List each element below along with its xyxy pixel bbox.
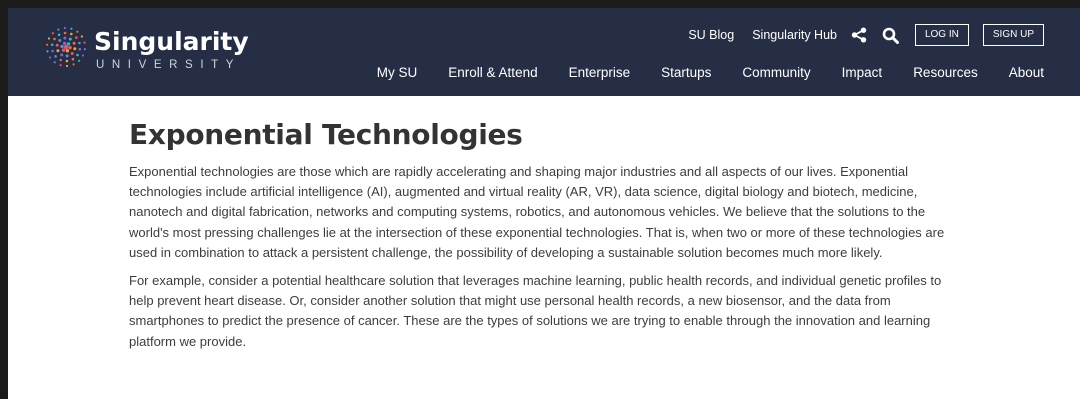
nav-item-about[interactable]: About <box>1009 62 1044 84</box>
main-content: Exponential Technologies Exponential tec… <box>129 118 959 360</box>
search-icon[interactable] <box>881 24 901 46</box>
example-paragraph: For example, consider a potential health… <box>129 273 942 349</box>
nav-item-community[interactable]: Community <box>742 62 810 84</box>
main-navigation: My SU Enroll & Attend Enterprise Startup… <box>377 62 1044 84</box>
share-icon[interactable] <box>849 24 869 46</box>
intro-paragraph: Exponential technologies are those which… <box>129 164 945 260</box>
nav-item-my-su[interactable]: My SU <box>377 62 418 84</box>
nav-item-impact[interactable]: Impact <box>842 62 883 84</box>
utility-bar: SU Blog Singularity Hub LOG IN SIGN UP <box>688 24 1044 46</box>
nav-item-enterprise[interactable]: Enterprise <box>569 62 631 84</box>
page-title: Exponential Technologies <box>129 118 523 151</box>
singularity-hub-link[interactable]: Singularity Hub <box>752 24 837 46</box>
site-header: Singularity UNIVERSITY SU Blog Singulari… <box>8 8 1080 96</box>
nav-item-startups[interactable]: Startups <box>661 62 711 84</box>
singularity-logo-icon <box>46 26 86 68</box>
signup-button[interactable]: SIGN UP <box>982 24 1044 46</box>
nav-item-enroll-attend[interactable]: Enroll & Attend <box>448 62 537 84</box>
login-button[interactable]: LOG IN <box>914 24 969 46</box>
nav-item-resources[interactable]: Resources <box>913 62 978 84</box>
su-blog-link[interactable]: SU Blog <box>688 24 734 46</box>
site-logo[interactable]: Singularity UNIVERSITY <box>44 22 249 82</box>
logo-subtitle: UNIVERSITY <box>96 59 242 71</box>
logo-wordmark: Singularity <box>94 27 249 56</box>
